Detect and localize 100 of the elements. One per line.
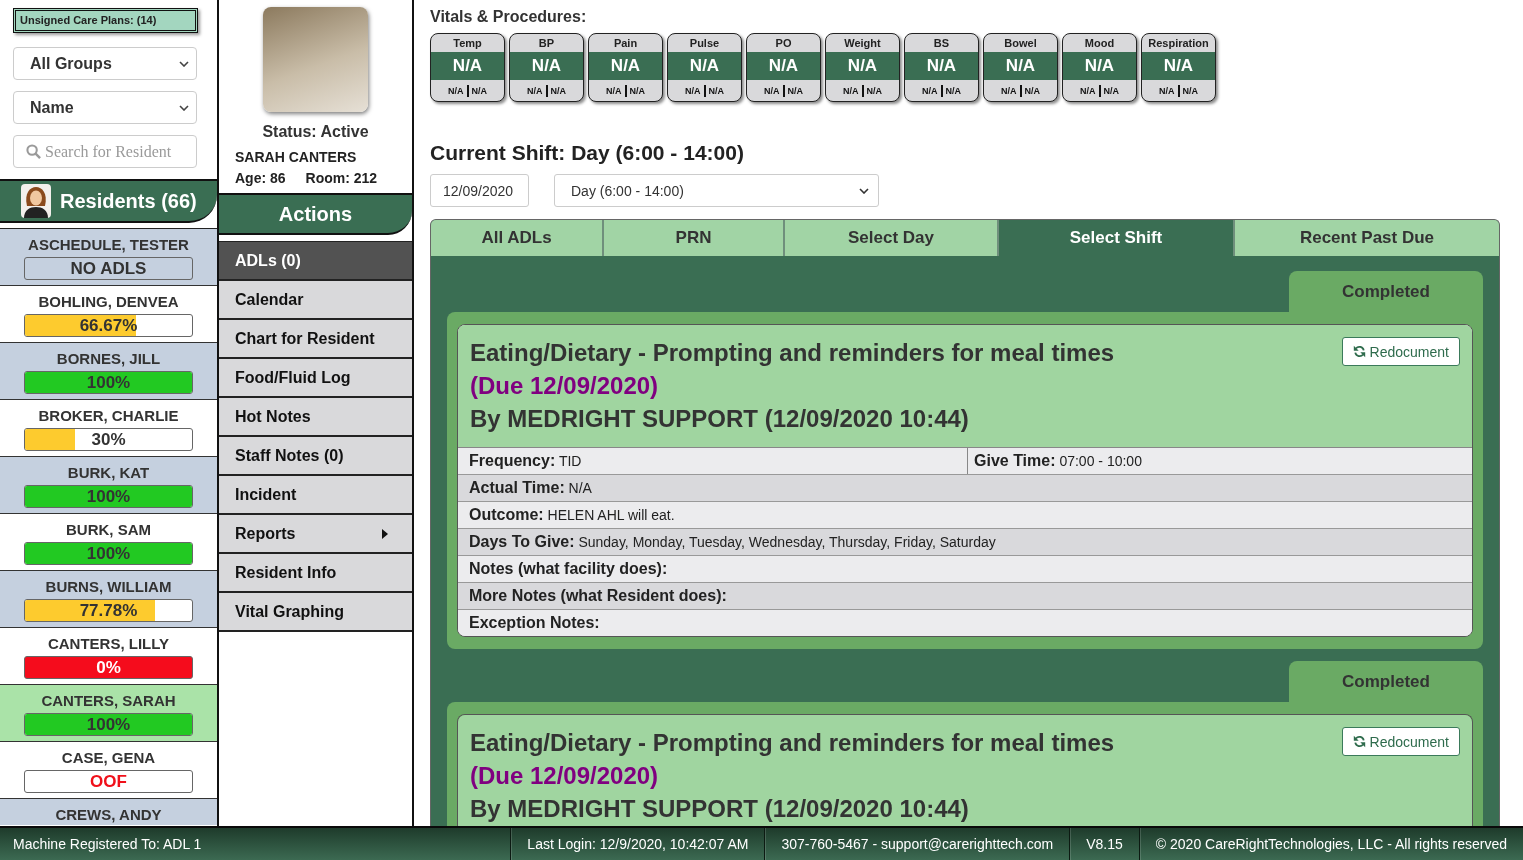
vital-value: N/A [1142,52,1215,80]
table-cell-text: Notes (what facility does): [468,559,669,579]
menu-item[interactable]: Reports [219,515,412,554]
resident-name: BURK, KAT [66,463,151,483]
resident-name: CANTERS, SARAH [40,691,177,711]
age-text: Age: 86 [235,169,286,187]
resident-row[interactable]: BORNES, JILL 100% [0,343,217,400]
tab[interactable]: All ADLs [431,220,602,256]
resident-row[interactable]: CANTERS, SARAH 100% [0,685,217,742]
chevron-down-icon [179,104,189,111]
table-cell-text: Days To Give: Sunday, Monday, Tuesday, Wednesday, Thursday, Friday, Saturday [468,532,997,552]
vital-value: N/A [510,52,583,80]
vital-card[interactable]: Pulse N/A N/A N/A [667,33,742,102]
vital-reading: N/A [787,85,803,96]
status-tag: 0% [24,656,193,679]
documented-by: By MEDRIGHT SUPPORT (12/09/2020 10:44) [470,794,969,824]
vital-label: Bowel [1003,36,1038,51]
menu-item[interactable]: Resident Info [219,554,412,593]
vital-value: N/A [747,52,820,80]
shift-title: Current Shift: Day (6:00 - 14:00) [430,140,744,166]
resident-row[interactable]: BURK, KAT 100% [0,457,217,514]
vital-card[interactable]: Pain N/A N/A N/A [588,33,663,102]
tab[interactable]: Select Day [785,220,997,256]
vital-reading: N/A [764,85,780,96]
vital-card[interactable]: BS N/A N/A N/A [904,33,979,102]
unsigned-care-plans-label[interactable]: Unsigned Care Plans: (14) [13,8,198,33]
vital-card[interactable]: Weight N/A N/A N/A [825,33,900,102]
vital-card[interactable]: Respiration N/A N/A N/A [1141,33,1216,102]
resident-row[interactable]: BURNS, WILLIAM 77.78% [0,571,217,628]
shift-select[interactable]: Day (6:00 - 14:00) [554,174,879,207]
tab[interactable]: PRN [604,220,783,256]
vital-card[interactable]: Mood N/A N/A N/A [1062,33,1137,102]
redocument-button[interactable]: Redocument [1341,337,1460,366]
vital-card[interactable]: Bowel N/A N/A N/A [983,33,1058,102]
vital-reading: N/A [685,85,701,96]
vital-label: Weight [843,36,882,51]
documented-by: By MEDRIGHT SUPPORT (12/09/2020 10:44) [470,404,969,434]
completed-tab[interactable]: Completed [1289,661,1483,702]
vital-reading: N/A [1001,85,1017,96]
vital-label: Pulse [688,36,721,51]
progress-text: 100% [86,372,131,393]
version-text: V8.15 [1086,836,1123,852]
menu-item[interactable]: Chart for Resident [219,320,412,359]
vital-label: PO [774,36,793,51]
resident-name: ASCHEDULE, TESTER [27,235,190,255]
vital-label: BS [932,36,951,51]
table-cell: Give Time: 07:00 - 10:00 [967,448,1472,474]
menu-item[interactable]: ADLs (0) [219,242,412,281]
resident-name: CREWS, ANDY [54,805,163,825]
vital-card[interactable]: BP N/A N/A N/A [509,33,584,102]
status-tag: OOF [24,770,193,793]
chevron-down-icon [859,187,869,194]
vital-card[interactable]: Temp N/A N/A N/A [430,33,505,102]
group-select[interactable]: All Groups [13,47,197,80]
menu-item[interactable]: Incident [219,476,412,515]
date-field[interactable]: 12/09/2020 [430,174,529,207]
vital-reading: N/A [471,85,487,96]
vital-reading: N/A [606,85,622,96]
room-text: Room: 212 [305,169,378,187]
tab[interactable]: Recent Past Due [1235,220,1499,256]
completed-tab[interactable]: Completed [1289,271,1483,312]
contact-text: 307-760-5467 - support@carerighttech.com [781,836,1054,852]
resident-name: BURK, SAM [65,520,152,540]
table-cell-text: Actual Time: N/A [468,478,593,498]
refresh-icon [1352,735,1366,748]
record-title: Eating/Dietary - Prompting and reminders for meal times [470,338,1115,368]
vital-value: N/A [431,52,504,80]
menu-item[interactable]: Calendar [219,281,412,320]
vital-value: N/A [984,52,1057,80]
resident-row[interactable]: CREWS, ANDY [0,799,217,825]
redocument-button[interactable]: Redocument [1341,727,1460,756]
vital-reading: N/A [708,85,724,96]
search-field[interactable]: Search for Resident [13,135,197,168]
vital-value: N/A [1063,52,1136,80]
menu-item[interactable]: Hot Notes [219,398,412,437]
menu-item[interactable]: Food/Fluid Log [219,359,412,398]
vital-value: N/A [905,52,978,80]
menu-item[interactable]: Staff Notes (0) [219,437,412,476]
resident-name: CANTERS, LILLY [46,634,171,654]
vital-reading: N/A [527,85,543,96]
registration-text: Machine Registered To: ADL 1 [13,836,202,852]
person-icon [21,184,51,218]
sort-select[interactable]: Name [13,91,197,124]
vital-reading: N/A [1159,85,1175,96]
resident-row[interactable]: ASCHEDULE, TESTER NO ADLS [0,229,217,286]
progress-text: 100% [86,486,131,507]
vital-card[interactable]: PO N/A N/A N/A [746,33,821,102]
resident-name: CASE, GENA [60,748,157,768]
due-date: (Due 12/09/2020) [470,371,659,401]
status-tag: NO ADLS [24,257,193,280]
vital-label: Mood [1083,36,1116,51]
progress-text: 100% [86,543,131,564]
vital-reading: N/A [1182,85,1198,96]
vital-value: N/A [668,52,741,80]
progress-text: 30% [91,429,126,450]
tab[interactable]: Select Shift [999,220,1233,256]
status-text: Status: Active [262,122,369,142]
search-icon [26,144,41,159]
due-date: (Due 12/09/2020) [470,761,659,791]
menu-item[interactable]: Vital Graphing [219,593,412,632]
